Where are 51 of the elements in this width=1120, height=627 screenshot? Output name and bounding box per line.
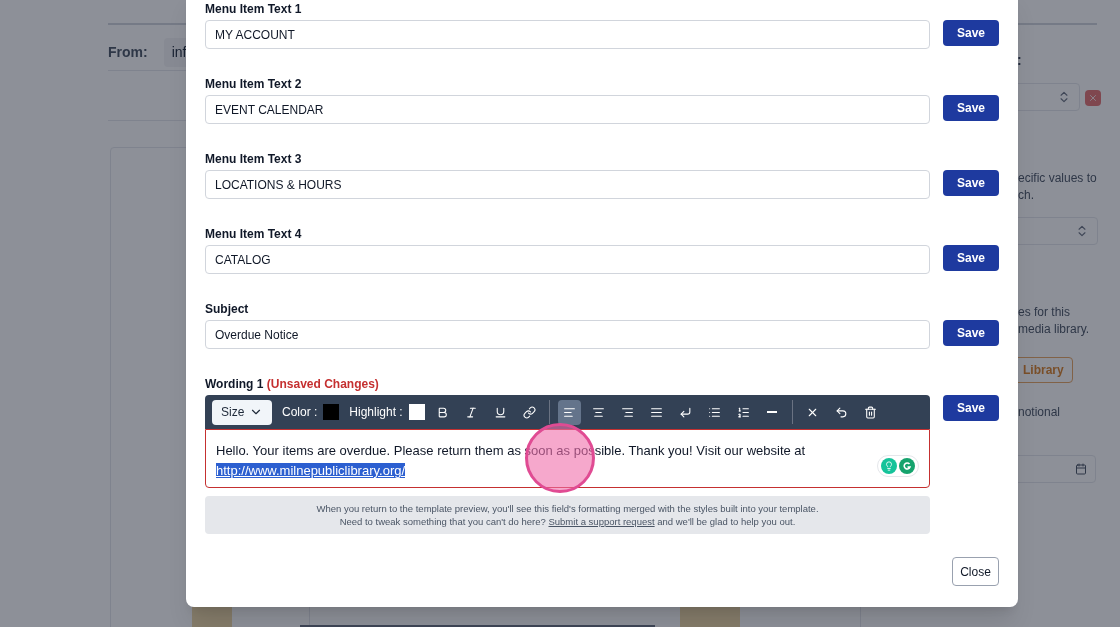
description-text: es for this bbox=[1018, 304, 1072, 321]
save-button[interactable]: Save bbox=[943, 245, 999, 271]
color-swatch[interactable] bbox=[408, 404, 425, 420]
swatch-label: Highlight : bbox=[349, 404, 403, 421]
text-field[interactable]: MY ACCOUNT bbox=[205, 20, 930, 49]
close-icon bbox=[1088, 93, 1098, 103]
text-field[interactable]: CATALOG bbox=[205, 245, 930, 274]
align-right-icon bbox=[620, 405, 634, 419]
unsaved-status: (Unsaved Changes) bbox=[266, 377, 379, 391]
field-label: Menu Item Text 1 bbox=[205, 1, 303, 18]
align-center-icon bbox=[591, 405, 605, 419]
calendar-icon bbox=[1075, 463, 1087, 475]
text-field[interactable]: LOCATIONS & HOURS bbox=[205, 170, 930, 199]
save-button[interactable]: Save bbox=[943, 395, 999, 421]
align-left-icon bbox=[562, 405, 576, 419]
website-link[interactable]: http://www.milnepubliclibrary.org/ bbox=[216, 463, 406, 478]
field-label: Wording 1 bbox=[205, 377, 264, 391]
text-field[interactable]: Overdue Notice bbox=[205, 320, 930, 349]
align-left-button[interactable] bbox=[557, 399, 581, 425]
save-button[interactable]: Save bbox=[943, 170, 999, 196]
swatch-label: Color : bbox=[282, 404, 318, 421]
help-text: Need to tweak something that you can't do here? Submit a support request and we'll be glad to help you out. bbox=[339, 515, 796, 528]
field-label: Menu Item Text 3 bbox=[205, 151, 303, 168]
save-button[interactable]: Save bbox=[943, 20, 999, 46]
field-label: : bbox=[1017, 51, 1022, 70]
from-label: From: bbox=[108, 43, 148, 62]
close-button[interactable]: Close bbox=[952, 557, 999, 586]
ordered-list-icon bbox=[736, 405, 750, 419]
description-text: notional bbox=[1018, 404, 1061, 421]
help-text: When you return to the template preview, you'll see this field's formatting merged with the styles built into your template. bbox=[316, 502, 819, 515]
save-button[interactable]: Save bbox=[943, 95, 999, 121]
undo-icon bbox=[834, 405, 848, 419]
description-text: media library. bbox=[1018, 321, 1090, 338]
color-swatch[interactable] bbox=[323, 404, 340, 420]
description-text: ecific values to bbox=[1018, 170, 1097, 187]
underline-icon bbox=[493, 405, 507, 419]
assistant-badge[interactable] bbox=[877, 455, 919, 477]
italic-icon bbox=[464, 405, 478, 419]
bullet-list-icon bbox=[707, 405, 721, 419]
justify-icon bbox=[649, 405, 663, 419]
support-link[interactable]: Submit a support request bbox=[548, 516, 655, 527]
description-text: ch. bbox=[1018, 187, 1035, 204]
link-icon bbox=[522, 405, 536, 419]
save-button[interactable]: Save bbox=[943, 320, 999, 346]
field-label: Menu Item Text 4 bbox=[205, 226, 303, 243]
delete-icon bbox=[863, 405, 877, 419]
line-break-icon bbox=[678, 405, 692, 419]
field-label: Menu Item Text 2 bbox=[205, 76, 303, 93]
size-select[interactable]: Size bbox=[212, 399, 272, 425]
field-label: Subject bbox=[205, 301, 250, 318]
text-field[interactable]: EVENT CALENDAR bbox=[205, 95, 930, 124]
